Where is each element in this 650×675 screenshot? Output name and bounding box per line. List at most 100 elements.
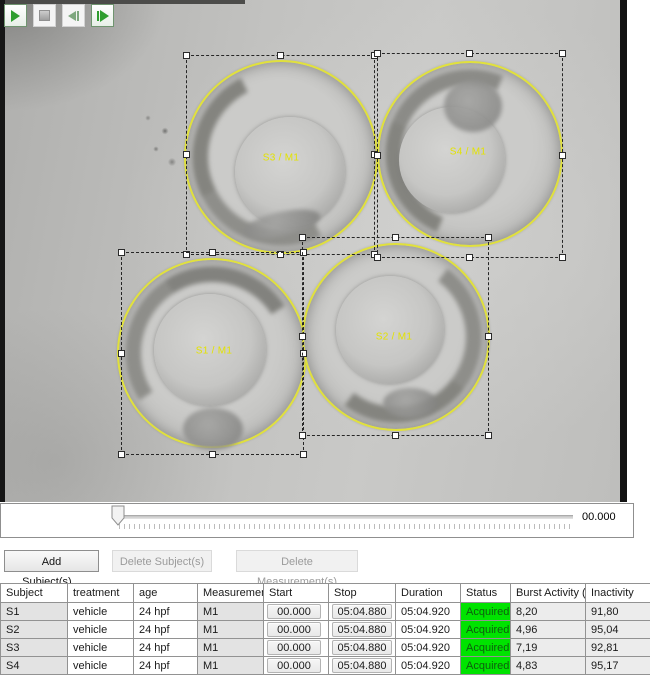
add-subjects-button[interactable]: Add Subject(s)... [4, 550, 99, 572]
cell-inactivity: 91,80 [586, 603, 650, 621]
table-row-s1[interactable]: S1 vehicle 24 hpf M1 00.000 05:04.880 05… [1, 603, 650, 621]
cell-subject: S4 [1, 657, 68, 675]
cell-burst-activity: 7,19 [511, 639, 586, 657]
start-time-button[interactable]: 00.000 [267, 640, 321, 655]
cell-age: 24 hpf [134, 657, 198, 675]
playback-toolbar [0, 503, 634, 538]
step-forward-button[interactable] [91, 4, 114, 27]
col-header-subject[interactable]: Subject [1, 584, 68, 603]
table-header-row: Subject treatment age Measurement Start … [1, 584, 650, 603]
col-header-stop[interactable]: Stop [329, 584, 396, 603]
selection-handle[interactable] [299, 234, 306, 241]
cell-age: 24 hpf [134, 621, 198, 639]
cell-age: 24 hpf [134, 639, 198, 657]
selection-handle[interactable] [392, 432, 399, 439]
stop-time-button[interactable]: 05:04.880 [332, 622, 392, 637]
col-header-start[interactable]: Start [264, 584, 329, 603]
cell-burst-activity: 4,83 [511, 657, 586, 675]
selection-handle[interactable] [299, 432, 306, 439]
selection-handle[interactable] [485, 432, 492, 439]
start-time-button[interactable]: 00.000 [267, 604, 321, 619]
cell-burst-activity: 8,20 [511, 603, 586, 621]
step-forward-icon [100, 10, 109, 22]
selection-handle[interactable] [277, 52, 284, 59]
selection-handle[interactable] [299, 333, 306, 340]
status-badge: Acquired [461, 621, 511, 639]
cell-inactivity: 92,81 [586, 639, 650, 657]
selection-handle[interactable] [559, 152, 566, 159]
selection-handle[interactable] [118, 249, 125, 256]
selection-handle[interactable] [183, 151, 190, 158]
cell-treatment: vehicle [68, 657, 134, 675]
cell-measurement: M1 [198, 603, 264, 621]
stop-time-button[interactable]: 05:04.880 [332, 640, 392, 655]
step-backward-button[interactable] [62, 4, 85, 27]
cell-measurement: M1 [198, 639, 264, 657]
selection-handle[interactable] [559, 254, 566, 261]
delete-measurements-button[interactable]: Delete Measurement(s) [236, 550, 358, 572]
table-row-s3[interactable]: S3 vehicle 24 hpf M1 00.000 05:04.880 05… [1, 639, 650, 657]
cell-measurement: M1 [198, 621, 264, 639]
table-row-s2[interactable]: S2 vehicle 24 hpf M1 00.000 05:04.880 05… [1, 621, 650, 639]
frame-left-edge [0, 0, 5, 502]
start-time-button[interactable]: 00.000 [267, 658, 321, 673]
cell-inactivity: 95,17 [586, 657, 650, 675]
selection-handle[interactable] [374, 152, 381, 159]
start-time-button[interactable]: 00.000 [267, 622, 321, 637]
status-badge: Acquired [461, 603, 511, 621]
cell-duration: 05:04.920 [396, 657, 461, 675]
stop-time-button[interactable]: 05:04.880 [332, 604, 392, 619]
cell-subject: S1 [1, 603, 68, 621]
delete-subjects-button[interactable]: Delete Subject(s) [112, 550, 212, 572]
selection-box-s3[interactable] [186, 55, 375, 255]
selection-handle[interactable] [209, 451, 216, 458]
selection-handle[interactable] [118, 350, 125, 357]
selection-handle[interactable] [559, 50, 566, 57]
play-button[interactable] [4, 4, 27, 27]
stop-button[interactable] [33, 4, 56, 27]
timeline-thumb[interactable] [111, 505, 125, 531]
selection-box-s4[interactable] [377, 53, 563, 258]
video-viewer: S3 / M1 S4 / M1 S1 / M1 S2 / M1 [0, 0, 650, 502]
action-button-bar: Add Subject(s)... Delete Subject(s) Dele… [0, 550, 650, 574]
subjects-table: Subject treatment age Measurement Start … [0, 583, 650, 675]
col-header-age[interactable]: age [134, 584, 198, 603]
col-header-duration[interactable]: Duration [396, 584, 461, 603]
col-header-inactivity[interactable]: Inactivity [586, 584, 650, 603]
timeline-ticks [119, 524, 571, 529]
cell-treatment: vehicle [68, 639, 134, 657]
cell-treatment: vehicle [68, 603, 134, 621]
stop-time-button[interactable]: 05:04.880 [332, 658, 392, 673]
selection-box-s1[interactable] [121, 252, 304, 455]
col-header-measurement[interactable]: Measurement [198, 584, 264, 603]
time-display: 00.000 [582, 511, 616, 523]
cell-treatment: vehicle [68, 621, 134, 639]
selection-handle[interactable] [485, 333, 492, 340]
step-backward-icon [68, 11, 76, 21]
selection-box-s2[interactable] [302, 237, 489, 436]
cell-duration: 05:04.920 [396, 639, 461, 657]
status-badge: Acquired [461, 657, 511, 675]
status-badge: Acquired [461, 639, 511, 657]
table-row-s4[interactable]: S4 vehicle 24 hpf M1 00.000 05:04.880 05… [1, 657, 650, 675]
cell-inactivity: 95,04 [586, 621, 650, 639]
cell-duration: 05:04.920 [396, 621, 461, 639]
cell-subject: S2 [1, 621, 68, 639]
cell-duration: 05:04.920 [396, 603, 461, 621]
col-header-status[interactable]: Status [461, 584, 511, 603]
col-header-treatment[interactable]: treatment [68, 584, 134, 603]
selection-handle[interactable] [209, 249, 216, 256]
timeline-track[interactable] [118, 515, 573, 519]
selection-handle[interactable] [183, 52, 190, 59]
cell-measurement: M1 [198, 657, 264, 675]
selection-handle[interactable] [118, 451, 125, 458]
selection-handle[interactable] [485, 234, 492, 241]
cell-age: 24 hpf [134, 603, 198, 621]
selection-handle[interactable] [466, 50, 473, 57]
selection-handle[interactable] [374, 50, 381, 57]
selection-handle[interactable] [300, 451, 307, 458]
col-header-burst-activity[interactable]: Burst Activity (%) [511, 584, 586, 603]
selection-handle[interactable] [392, 234, 399, 241]
stop-icon [39, 10, 50, 21]
frame-right-edge [620, 0, 627, 502]
